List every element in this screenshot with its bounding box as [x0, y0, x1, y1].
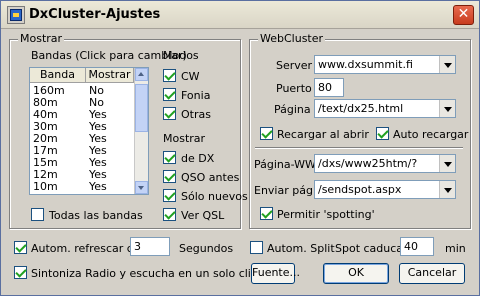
de-dx-checkbox[interactable]	[163, 151, 176, 164]
scroll-thumb[interactable]	[135, 84, 148, 132]
column-header-mostrar[interactable]: Mostrar	[86, 68, 134, 83]
pagina-value: /text/dx25.html	[318, 102, 404, 115]
fuente-button[interactable]: Fuente...	[251, 263, 300, 284]
chevron-down-icon[interactable]	[439, 181, 455, 198]
separator	[255, 147, 463, 149]
settings-window: DxCluster-Ajustes ✕ Mostrar Bandas (Clic…	[0, 0, 480, 296]
webcluster-legend: WebCluster	[258, 32, 326, 45]
server-value: www.dxsummit.fi	[318, 58, 413, 71]
chevron-down-icon[interactable]	[439, 155, 455, 172]
min-label: min	[445, 242, 466, 255]
cancel-button[interactable]: Cancelar	[399, 263, 465, 284]
pagina-wwv-value: /dxs/www25htm/?	[318, 157, 418, 170]
sintoniza-label: Sintoniza Radio y escucha en un solo cli…	[31, 267, 264, 280]
enviar-pagina-value: /sendspot.aspx	[318, 183, 402, 196]
list-row[interactable]: 10m Yes	[30, 181, 134, 193]
fonia-label: Fonia	[181, 89, 211, 102]
pagina-wwv-combo[interactable]: /dxs/www25htm/?	[314, 154, 456, 173]
chevron-down-icon[interactable]	[439, 56, 455, 73]
qso-antes-label: QSO antes	[181, 171, 240, 184]
bands-scrollbar[interactable]	[134, 68, 148, 194]
ok-button[interactable]: OK	[323, 263, 389, 284]
otras-label: Otras	[181, 108, 211, 121]
autom-refrescar-checkbox[interactable]	[14, 241, 27, 254]
app-icon	[7, 6, 25, 24]
title-bar[interactable]: DxCluster-Ajustes ✕	[1, 1, 479, 29]
otras-checkbox[interactable]	[163, 107, 176, 120]
spot-caduca-label: Spot caduca	[335, 242, 404, 255]
column-header-banda[interactable]: Banda	[30, 68, 86, 83]
enviar-pagina-combo[interactable]: /sendspot.aspx	[314, 180, 456, 199]
scroll-down-icon[interactable]	[135, 181, 148, 194]
bands-list[interactable]: Banda Mostrar 160m No 80m No 40m Yes 30m Yes…	[29, 67, 149, 195]
qso-antes-checkbox[interactable]	[163, 170, 176, 183]
bands-list-header: Banda Mostrar	[30, 68, 134, 83]
band-cell: 10m	[33, 180, 58, 193]
permitir-spotting-checkbox[interactable]	[260, 207, 273, 220]
todas-bandas-label: Todas las bandas	[49, 209, 143, 222]
auto-recargar-checkbox[interactable]	[376, 127, 389, 140]
close-button[interactable]: ✕	[453, 5, 474, 25]
sintoniza-checkbox[interactable]	[14, 266, 27, 279]
puerto-label: Puerto	[276, 82, 312, 95]
solo-nuevos-label: Sólo nuevos	[181, 190, 248, 203]
ver-qsl-label: Ver QSL	[181, 209, 225, 222]
show-cell: Yes	[89, 180, 107, 193]
solo-nuevos-checkbox[interactable]	[163, 189, 176, 202]
chevron-down-icon[interactable]	[439, 100, 455, 117]
fonia-checkbox[interactable]	[163, 88, 176, 101]
autom-split-checkbox[interactable]	[250, 241, 263, 254]
de-dx-label: de DX	[181, 152, 215, 165]
ver-qsl-checkbox[interactable]	[163, 208, 176, 221]
puerto-field[interactable]: 80	[314, 78, 344, 97]
pagina-combo[interactable]: /text/dx25.html	[314, 99, 456, 118]
recargar-abrir-label: Recargar al abrir	[277, 128, 369, 141]
todas-bandas-checkbox[interactable]	[31, 208, 44, 221]
autom-split-label: Autom. Split	[267, 242, 335, 255]
refresh-seconds-field[interactable]: 3	[130, 237, 170, 256]
window-title: DxCluster-Ajustes	[29, 7, 161, 22]
server-label: Server	[276, 59, 313, 72]
cw-checkbox[interactable]	[163, 69, 176, 82]
auto-recargar-label: Auto recargar	[393, 128, 469, 141]
mostrar-legend: Mostrar	[18, 32, 65, 45]
pagina-label: Página	[274, 103, 311, 116]
server-combo[interactable]: www.dxsummit.fi	[314, 55, 456, 74]
permitir-spotting-label: Permitir 'spotting'	[277, 208, 375, 221]
spot-caduca-field[interactable]: 40	[400, 237, 434, 256]
modos-label: Modos	[163, 49, 199, 62]
mostrar-sub-label: Mostrar	[163, 132, 206, 145]
segundos-label: Segundos	[179, 242, 234, 255]
scroll-up-icon[interactable]	[135, 68, 148, 81]
cw-label: CW	[181, 70, 200, 83]
recargar-abrir-checkbox[interactable]	[260, 127, 273, 140]
